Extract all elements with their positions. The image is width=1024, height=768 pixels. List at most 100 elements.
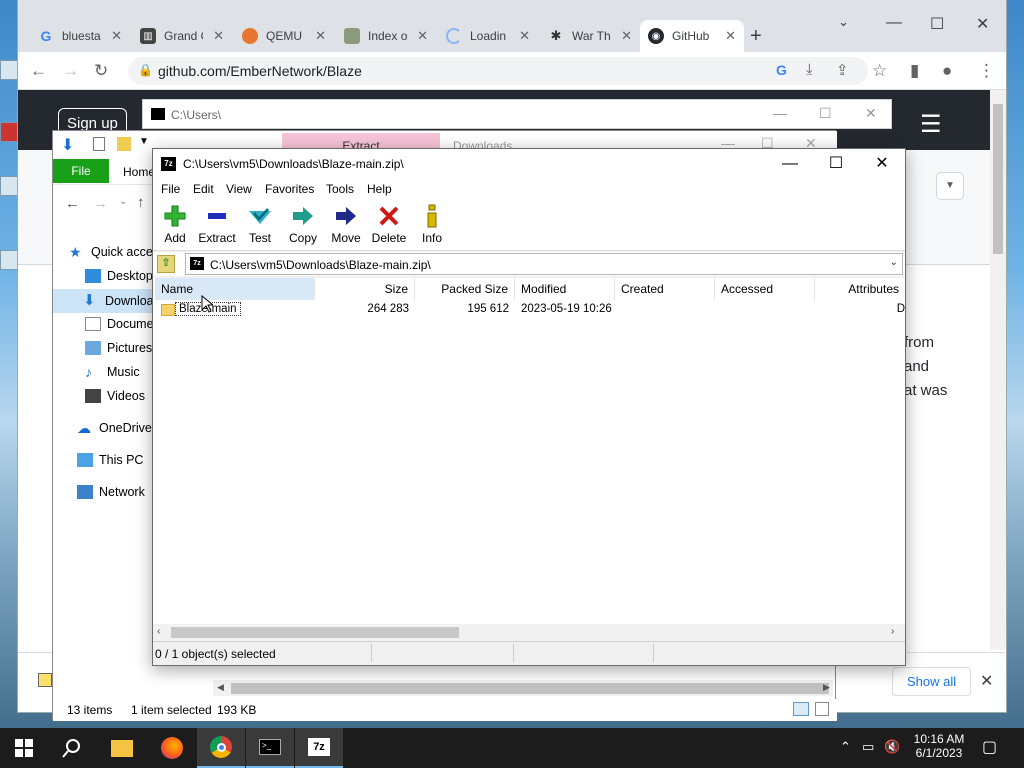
file-tab[interactable]: File xyxy=(53,159,109,183)
chevron-down-icon[interactable]: ⌄ xyxy=(119,196,127,207)
new-folder-icon[interactable] xyxy=(117,137,131,151)
close-icon[interactable]: ✕ xyxy=(976,14,989,34)
search-button[interactable] xyxy=(48,728,96,768)
share-icon[interactable]: ⇪ xyxy=(836,61,849,79)
browser-tab[interactable]: QEMU ✕ xyxy=(234,20,334,52)
sevenzip-taskbar-button[interactable]: 7z xyxy=(295,728,343,768)
close-icon[interactable]: ✕ xyxy=(519,28,530,44)
browser-tab[interactable]: ▥ Grand C ✕ xyxy=(132,20,232,52)
properties-icon[interactable] xyxy=(93,137,105,151)
info-button[interactable]: Info xyxy=(410,203,454,245)
chevron-down-icon[interactable]: ⌄ xyxy=(890,257,898,268)
delete-button[interactable]: Delete xyxy=(367,203,411,245)
maximize-icon[interactable]: ☐ xyxy=(819,105,832,122)
column-header-packed-size[interactable]: Packed Size xyxy=(415,278,515,300)
menu-kebab-icon[interactable]: ⋮ xyxy=(978,61,995,81)
menu-view[interactable]: View xyxy=(226,182,252,196)
move-button[interactable]: Move xyxy=(324,203,368,245)
close-icon[interactable]: ✕ xyxy=(621,28,632,44)
extract-button[interactable]: Extract xyxy=(195,203,239,245)
chevron-up-icon[interactable]: ⌃ xyxy=(840,739,851,755)
close-icon[interactable]: ✕ xyxy=(980,671,993,691)
profile-avatar-icon[interactable]: ● xyxy=(942,61,952,81)
chevron-down-icon[interactable]: ▼ xyxy=(139,136,149,147)
close-icon[interactable]: ✕ xyxy=(865,105,877,122)
network-icon[interactable]: ▭ xyxy=(862,739,874,755)
dropdown-button[interactable]: ▼ xyxy=(936,172,964,200)
start-button[interactable] xyxy=(0,728,48,768)
details-view-icon[interactable] xyxy=(793,702,809,716)
download-arrow-icon[interactable]: ⬇ xyxy=(61,135,74,155)
browser-tab-active[interactable]: ◉ GitHub ✕ xyxy=(640,20,744,52)
install-icon[interactable]: ⤓ xyxy=(806,61,813,78)
desktop-icon[interactable] xyxy=(0,122,18,142)
maximize-icon[interactable]: ☐ xyxy=(930,14,944,34)
column-header-size[interactable]: Size xyxy=(315,278,415,300)
title-bar[interactable]: 7z C:\Users\vm5\Downloads\Blaze-main.zip… xyxy=(153,149,905,179)
google-translate-icon[interactable]: G xyxy=(776,62,787,78)
forward-arrow-icon[interactable]: → xyxy=(93,195,108,212)
show-all-button[interactable]: Show all xyxy=(892,667,972,696)
browser-tab[interactable]: Index o ✕ xyxy=(336,20,436,52)
hamburger-menu-icon[interactable]: ☰ xyxy=(920,110,942,139)
desktop-icon[interactable] xyxy=(0,60,18,80)
menu-file[interactable]: File xyxy=(161,182,180,196)
home-tab[interactable]: Home xyxy=(123,165,155,179)
nav-item-videos[interactable]: Videos xyxy=(85,389,145,403)
bookmark-star-icon[interactable]: ☆ xyxy=(872,61,887,81)
reload-icon[interactable]: ↻ xyxy=(94,61,108,81)
folder-up-icon[interactable]: ⇧ xyxy=(157,255,175,273)
close-icon[interactable]: ✕ xyxy=(315,28,326,44)
nav-item-music[interactable]: ♪ Music xyxy=(85,365,140,379)
column-header-attributes[interactable]: Attributes xyxy=(815,278,905,300)
address-bar[interactable]: 🔒 github.com/EmberNetwork/Blaze G ⤓ ⇪ xyxy=(128,57,868,85)
minimize-icon[interactable]: — xyxy=(767,153,813,175)
new-tab-button[interactable]: + xyxy=(750,25,762,48)
maximize-icon[interactable]: ☐ xyxy=(813,153,859,175)
browser-tab[interactable]: G bluesta ✕ xyxy=(30,20,130,52)
volume-muted-icon[interactable]: 🔇 xyxy=(884,739,900,755)
nav-item-network[interactable]: Network xyxy=(77,485,145,499)
scroll-left-icon[interactable]: ◀ xyxy=(217,682,224,693)
firefox-taskbar-button[interactable] xyxy=(148,728,196,768)
file-explorer-taskbar-button[interactable] xyxy=(98,728,146,768)
column-header-accessed[interactable]: Accessed xyxy=(715,278,815,300)
table-row[interactable]: Blaze-main 264 283 195 612 2023-05-19 10… xyxy=(153,301,905,319)
tab-search-icon[interactable]: ⌄ xyxy=(838,14,849,30)
add-button[interactable]: Add xyxy=(153,203,197,245)
back-arrow-icon[interactable]: ← xyxy=(30,61,47,81)
menu-help[interactable]: Help xyxy=(367,182,392,196)
system-clock[interactable]: 10:16 AM 6/1/2023 xyxy=(906,732,972,760)
desktop-icon[interactable] xyxy=(0,176,18,196)
page-scrollbar-thumb[interactable] xyxy=(993,104,1003,254)
chrome-taskbar-button[interactable] xyxy=(197,728,245,768)
scroll-right-icon[interactable]: › xyxy=(891,626,894,637)
column-header-created[interactable]: Created xyxy=(615,278,715,300)
horizontal-scrollbar-thumb[interactable] xyxy=(171,627,459,638)
column-header-name[interactable]: Name xyxy=(155,278,315,300)
nav-item-this-pc[interactable]: This PC xyxy=(77,453,143,467)
minimize-icon[interactable]: — xyxy=(773,105,787,121)
horizontal-scrollbar-thumb[interactable] xyxy=(231,683,829,694)
menu-tools[interactable]: Tools xyxy=(326,182,354,196)
side-panel-icon[interactable]: ▮ xyxy=(910,61,919,81)
close-icon[interactable]: ✕ xyxy=(111,28,122,44)
lock-icon[interactable]: 🔒 xyxy=(138,63,153,77)
download-file-icon[interactable] xyxy=(38,673,52,687)
nav-item-pictures[interactable]: Pictures xyxy=(85,341,152,355)
desktop-icon[interactable] xyxy=(0,250,18,270)
close-icon[interactable]: ✕ xyxy=(725,28,736,44)
nav-item-quick-access[interactable]: ★ Quick access xyxy=(69,245,165,259)
column-header-modified[interactable]: Modified xyxy=(515,278,615,300)
close-icon[interactable]: ✕ xyxy=(213,28,224,44)
menu-favorites[interactable]: Favorites xyxy=(265,182,314,196)
scroll-left-icon[interactable]: ‹ xyxy=(157,626,160,637)
close-icon[interactable]: ✕ xyxy=(859,153,905,175)
forward-arrow-icon[interactable]: → xyxy=(62,61,79,81)
close-icon[interactable]: ✕ xyxy=(417,28,428,44)
minimize-icon[interactable]: — xyxy=(886,14,902,32)
notification-icon[interactable]: ▢ xyxy=(982,737,997,757)
back-arrow-icon[interactable]: ← xyxy=(65,195,80,212)
terminal-taskbar-button[interactable]: >_ xyxy=(246,728,294,768)
browser-tab[interactable]: Loadin ✕ xyxy=(438,20,538,52)
